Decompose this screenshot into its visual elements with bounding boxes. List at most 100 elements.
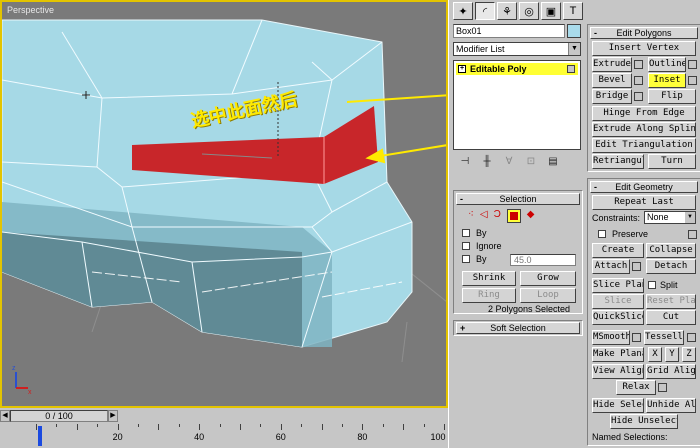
create-button[interactable]: Create — [592, 243, 644, 258]
motion-tab-icon[interactable]: ◎ — [519, 2, 539, 20]
slice-plane-button[interactable]: Slice Plane — [592, 278, 644, 293]
relax-settings-icon[interactable] — [658, 383, 667, 392]
ignore-backfacing-checkbox[interactable] — [462, 242, 470, 250]
cut-button[interactable]: Cut — [646, 310, 696, 325]
prev-frame-button[interactable]: ◀ — [0, 410, 10, 422]
pin-stack-icon[interactable]: ⊣ — [457, 156, 473, 170]
edge-mode-icon[interactable]: ◁ — [480, 209, 488, 223]
border-mode-icon[interactable]: Ͻ — [494, 209, 501, 223]
stack-item-editable-poly[interactable]: + Editable Poly — [456, 63, 578, 75]
retriangulate-button[interactable]: Retriangulate — [592, 154, 644, 169]
turn-button[interactable]: Turn — [648, 154, 696, 169]
preserve-uvs-settings-icon[interactable] — [688, 230, 697, 239]
msmooth-settings-icon[interactable] — [632, 333, 641, 342]
viewport-label[interactable]: Perspective — [7, 5, 54, 15]
remove-modifier-icon[interactable]: ⊡ — [523, 156, 539, 170]
hide-selected-button[interactable]: Hide Selected — [592, 398, 644, 413]
configure-sets-icon[interactable]: ▤ — [545, 156, 561, 170]
soft-selection-header[interactable]: + Soft Selection — [456, 322, 580, 334]
loop-button[interactable]: Loop — [520, 288, 576, 303]
chevron-down-icon[interactable]: ▼ — [568, 43, 580, 55]
current-frame-marker[interactable] — [38, 426, 42, 446]
angle-spinner[interactable]: 45.0 — [510, 254, 576, 266]
tessellate-settings-icon[interactable] — [687, 333, 696, 342]
viewport-scene[interactable]: z x — [2, 2, 448, 408]
ignore-backfacing-label: Ignore — [476, 241, 502, 251]
view-align-button[interactable]: View Align — [592, 364, 644, 379]
split-checkbox[interactable] — [648, 281, 656, 289]
ruler-tick — [117, 424, 119, 430]
selection-rollout-header[interactable]: - Selection — [456, 193, 580, 205]
bridge-settings-icon[interactable] — [634, 92, 643, 101]
reset-plane-button[interactable]: Reset Plane — [646, 294, 696, 309]
time-slider[interactable]: 0 / 100 — [10, 410, 108, 422]
extrude-settings-icon[interactable] — [634, 60, 643, 69]
modifier-stack[interactable]: + Editable Poly — [453, 60, 581, 150]
show-end-result-icon[interactable]: ╫ — [479, 156, 495, 170]
attach-list-icon[interactable] — [632, 262, 641, 271]
object-color-swatch[interactable] — [567, 24, 581, 38]
unhide-all-button[interactable]: Unhide All — [646, 398, 696, 413]
soft-selection-rollout: + Soft Selection — [453, 320, 583, 336]
chevron-down-icon[interactable]: ▼ — [685, 212, 695, 223]
modifier-list-dropdown[interactable]: Modifier List ▼ — [453, 42, 581, 56]
collapse-button[interactable]: Collapse — [646, 243, 696, 258]
outline-button[interactable]: Outline — [648, 57, 686, 72]
polygon-mode-icon[interactable] — [506, 209, 521, 223]
constraints-label: Constraints: — [592, 213, 641, 223]
ring-button[interactable]: Ring — [462, 288, 516, 303]
modify-tab-icon[interactable]: ◜ — [475, 2, 495, 20]
hinge-from-edge-button[interactable]: Hinge From Edge — [592, 106, 696, 121]
object-name-field[interactable]: Box01 — [453, 24, 565, 38]
display-tab-icon[interactable]: ▣ — [541, 2, 561, 20]
next-frame-button[interactable]: ▶ — [108, 410, 118, 422]
relax-button[interactable]: Relax — [616, 380, 656, 395]
make-unique-icon[interactable]: ∀ — [501, 156, 517, 170]
ruler-tick — [403, 424, 405, 430]
inset-button[interactable]: Inset — [648, 73, 686, 88]
insert-vertex-button[interactable]: Insert Vertex — [592, 41, 696, 56]
element-mode-icon[interactable]: ◆ — [527, 209, 535, 223]
repeat-last-button[interactable]: Repeat Last — [592, 195, 696, 210]
by-angle-checkbox[interactable] — [462, 255, 470, 263]
create-tab-icon[interactable]: ✦ — [453, 2, 473, 20]
planar-y-button[interactable]: Y — [665, 347, 679, 362]
grid-align-button[interactable]: Grid Align — [646, 364, 696, 379]
grow-button[interactable]: Grow — [520, 271, 576, 286]
by-vertex-checkbox[interactable] — [462, 229, 470, 237]
vertex-mode-icon[interactable]: ⁖ — [468, 209, 474, 223]
edit-triangulation-button[interactable]: Edit Triangulation — [592, 138, 696, 153]
shrink-button[interactable]: Shrink — [462, 271, 516, 286]
quickslice-button[interactable]: QuickSlice — [592, 310, 644, 325]
make-planar-button[interactable]: Make Planar — [592, 347, 644, 362]
outline-settings-icon[interactable] — [688, 60, 697, 69]
expand-plus-icon[interactable]: + — [458, 65, 466, 73]
bevel-button[interactable]: Bevel — [592, 73, 632, 88]
perspective-viewport[interactable]: Perspective z x 选中此面然后 — [0, 0, 448, 408]
hide-unselected-button[interactable]: Hide Unselected — [610, 414, 678, 429]
detach-button[interactable]: Detach — [646, 259, 696, 274]
bridge-button[interactable]: Bridge — [592, 89, 632, 104]
constraints-dropdown[interactable]: None ▼ — [644, 211, 696, 224]
bevel-settings-icon[interactable] — [634, 76, 643, 85]
hierarchy-tab-icon[interactable]: ⚘ — [497, 2, 517, 20]
axis-tripod-icon: z x — [12, 365, 32, 396]
planar-x-button[interactable]: X — [648, 347, 662, 362]
slice-button[interactable]: Slice — [592, 294, 644, 309]
msmooth-button[interactable]: MSmooth — [592, 330, 630, 345]
flip-button[interactable]: Flip — [648, 89, 696, 104]
extrude-button[interactable]: Extrude — [592, 57, 632, 72]
edit-polygons-header[interactable]: - Edit Polygons — [590, 27, 698, 39]
frame-ruler[interactable]: 20 40 60 80 100 — [32, 424, 448, 448]
stack-toggle-icon[interactable] — [567, 65, 575, 73]
edit-geometry-header[interactable]: - Edit Geometry — [590, 181, 698, 193]
attach-button[interactable]: Attach — [592, 259, 630, 274]
planar-z-button[interactable]: Z — [682, 347, 696, 362]
extrude-along-spline-button[interactable]: Extrude Along Spline — [592, 122, 696, 137]
ruler-tick — [260, 424, 262, 427]
preserve-uvs-checkbox[interactable] — [598, 230, 606, 238]
utilities-tab-icon[interactable]: T — [563, 2, 583, 20]
inset-settings-icon[interactable] — [688, 76, 697, 85]
ruler-tick — [199, 424, 201, 430]
tessellate-button[interactable]: Tessellate — [644, 330, 684, 345]
